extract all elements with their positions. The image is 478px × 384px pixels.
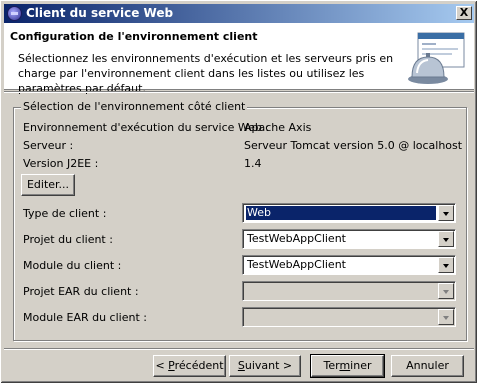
next-button[interactable]: Suivant > [229, 355, 301, 377]
chevron-down-icon[interactable] [438, 231, 454, 247]
ear-module-label: Module EAR du client : [23, 311, 147, 324]
window-title: Client du service Web [26, 6, 174, 20]
ear-module-value [246, 310, 248, 324]
next-button-label: uivant > [244, 359, 293, 372]
back-button-prefix: < [155, 359, 169, 372]
close-button[interactable]: X [456, 6, 472, 20]
title-bar: Client du service Web X [4, 4, 474, 23]
chevron-down-icon[interactable] [438, 309, 454, 325]
chevron-down-icon[interactable] [438, 283, 454, 299]
finish-button[interactable]: Terminer [310, 354, 385, 378]
finish-button-prefix: Ter [323, 359, 340, 372]
client-project-label: Projet du client : [23, 233, 113, 246]
wizard-banner: Configuration de l'environnement client … [4, 23, 474, 95]
client-type-label: Type de client : [23, 207, 107, 220]
runtime-label: Environnement d'exécution du service Web… [23, 121, 270, 134]
j2ee-version-value: 1.4 [244, 157, 262, 170]
client-project-value: TestWebAppClient [247, 232, 346, 245]
back-button-label: récédent [174, 359, 224, 372]
back-button[interactable]: < Précédent [153, 355, 226, 377]
j2ee-version-label: Version J2EE : [23, 157, 99, 170]
client-project-select[interactable]: TestWebAppClient [242, 229, 456, 249]
chevron-down-icon[interactable] [438, 257, 454, 273]
runtime-value: Apache Axis [244, 121, 312, 134]
chevron-down-icon[interactable] [438, 205, 454, 221]
ear-module-select[interactable] [242, 307, 456, 327]
client-module-label: Module du client : [23, 259, 122, 272]
client-module-select[interactable]: TestWebAppClient [242, 255, 456, 275]
ear-project-label: Projet EAR du client : [23, 285, 139, 298]
server-value: Serveur Tomcat version 5.0 @ localhost [244, 139, 463, 152]
edit-button[interactable]: Editer... [21, 174, 75, 196]
cancel-button[interactable]: Annuler [391, 355, 464, 377]
ear-project-select[interactable] [242, 281, 456, 301]
banner-separator [4, 91, 474, 93]
page-title: Configuration de l'environnement client [10, 30, 258, 43]
finish-button-label: iner [350, 359, 372, 372]
client-type-select[interactable]: Web [242, 203, 456, 223]
group-legend: Sélection de l'environnement côté client [21, 100, 248, 113]
eclipse-icon [7, 6, 22, 21]
server-label: Serveur : [23, 139, 74, 152]
finish-button-mnemonic: m [339, 359, 351, 372]
dialog-window: Client du service Web X Configuration de… [0, 0, 478, 384]
footer-separator [4, 348, 474, 350]
page-description: Sélectionnez les environnements d'exécut… [18, 52, 394, 95]
client-type-value: Web [245, 205, 437, 221]
web-service-bell-icon [408, 32, 465, 84]
ear-project-value [246, 284, 248, 298]
next-button-mnemonic: S [237, 359, 245, 372]
client-module-value: TestWebAppClient [247, 258, 346, 271]
